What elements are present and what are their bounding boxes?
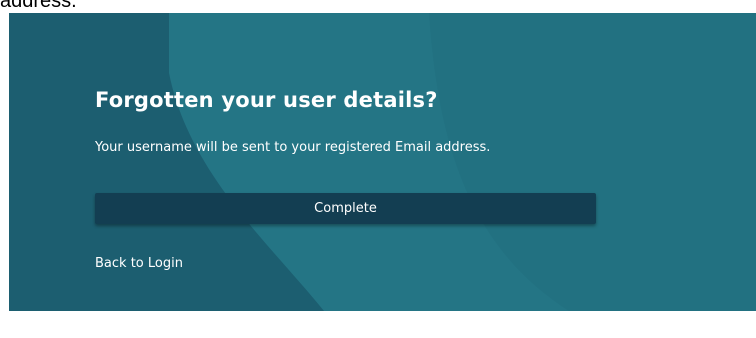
instruction-text: Your username will be sent to your regis… [95,140,491,155]
complete-button[interactable]: Complete [95,193,596,224]
forgot-details-panel: Forgotten your user details? Your userna… [9,13,756,311]
page-title: Forgotten your user details? [95,88,438,112]
back-to-login-link[interactable]: Back to Login [95,256,183,271]
clipped-text-address: address. [0,0,77,12]
